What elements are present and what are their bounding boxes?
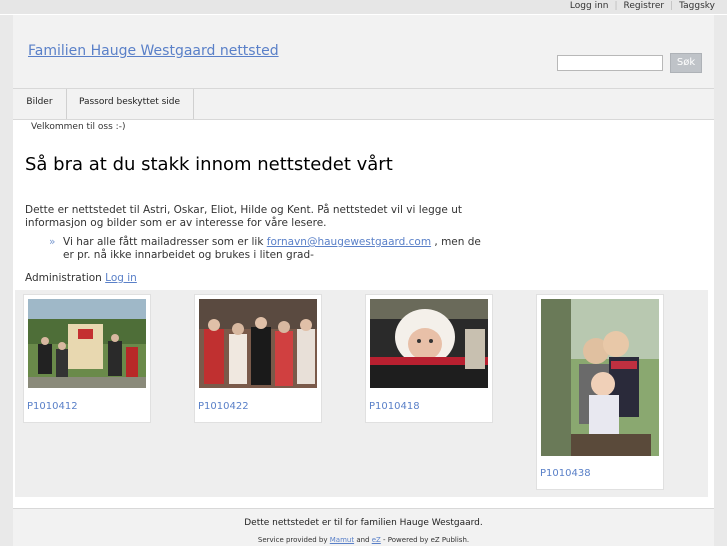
image-caption[interactable]: P1010418 xyxy=(369,401,420,412)
bullet-marker: » xyxy=(49,236,56,248)
image-caption[interactable]: P1010412 xyxy=(27,401,78,412)
credits-and: and xyxy=(354,536,372,544)
header: Familien Hauge Westgaard nettsted Søk xyxy=(13,15,714,88)
footer: Dette nettstedet er til for familien Hau… xyxy=(13,508,714,546)
image-gallery: P1010412 P1010422 P1010418 P1010438 xyxy=(15,290,708,497)
gallery-item[interactable]: P1010418 xyxy=(365,294,493,423)
gallery-item[interactable]: P1010438 xyxy=(536,294,664,490)
footer-text: Dette nettstedet er til for familien Hau… xyxy=(244,518,483,528)
gallery-item[interactable]: P1010422 xyxy=(194,294,322,423)
photo-thumbnail[interactable] xyxy=(370,299,488,388)
photo-thumbnail[interactable] xyxy=(28,299,146,388)
list-item-text: Vi har alle fått mailadresser som er lik… xyxy=(63,236,493,262)
login-link[interactable]: Logg inn xyxy=(564,1,615,11)
credits-prefix: Service provided by xyxy=(257,536,330,544)
image-caption[interactable]: P1010438 xyxy=(540,468,591,479)
admin-login-link[interactable]: Log in xyxy=(105,272,137,284)
page: Familien Hauge Westgaard nettsted Søk Bi… xyxy=(13,15,714,546)
ez-link[interactable]: eZ xyxy=(372,536,381,544)
search-input[interactable] xyxy=(557,55,663,71)
photo-thumbnail[interactable] xyxy=(541,299,659,456)
nav-bar: Bilder Passord beskyttet side xyxy=(13,88,714,120)
credits-suffix: - Powered by eZ Publish. xyxy=(380,536,470,544)
tagcloud-link[interactable]: Taggsky xyxy=(673,1,721,11)
top-links: Logg inn | Registrer | Taggsky xyxy=(564,1,721,11)
site-title-link[interactable]: Familien Hauge Westgaard nettsted xyxy=(28,43,279,59)
register-link[interactable]: Registrer xyxy=(618,1,671,11)
tab-bilder[interactable]: Bilder xyxy=(13,89,67,119)
footer-credits: Service provided by Mamut and eZ - Power… xyxy=(13,536,714,544)
photo-thumbnail[interactable] xyxy=(199,299,317,388)
page-title: Så bra at du stakk innom nettstedet vårt xyxy=(25,154,393,175)
admin-line: Administration Log in xyxy=(25,272,137,284)
tab-passord-beskyttet[interactable]: Passord beskyttet side xyxy=(66,89,194,119)
image-caption[interactable]: P1010422 xyxy=(198,401,249,412)
admin-label: Administration xyxy=(25,272,106,284)
top-bar: Logg inn | Registrer | Taggsky xyxy=(0,0,727,15)
gallery-item[interactable]: P1010412 xyxy=(23,294,151,423)
search-button[interactable]: Søk xyxy=(670,53,702,73)
breadcrumb: Velkommen til oss :-) xyxy=(31,122,126,132)
mamut-link[interactable]: Mamut xyxy=(330,536,354,544)
intro-text: Dette er nettstedet til Astri, Oskar, El… xyxy=(25,204,463,229)
email-link[interactable]: fornavn@haugewestgaard.com xyxy=(267,236,431,248)
bullet-text-before: Vi har alle fått mailadresser som er lik xyxy=(63,236,267,248)
